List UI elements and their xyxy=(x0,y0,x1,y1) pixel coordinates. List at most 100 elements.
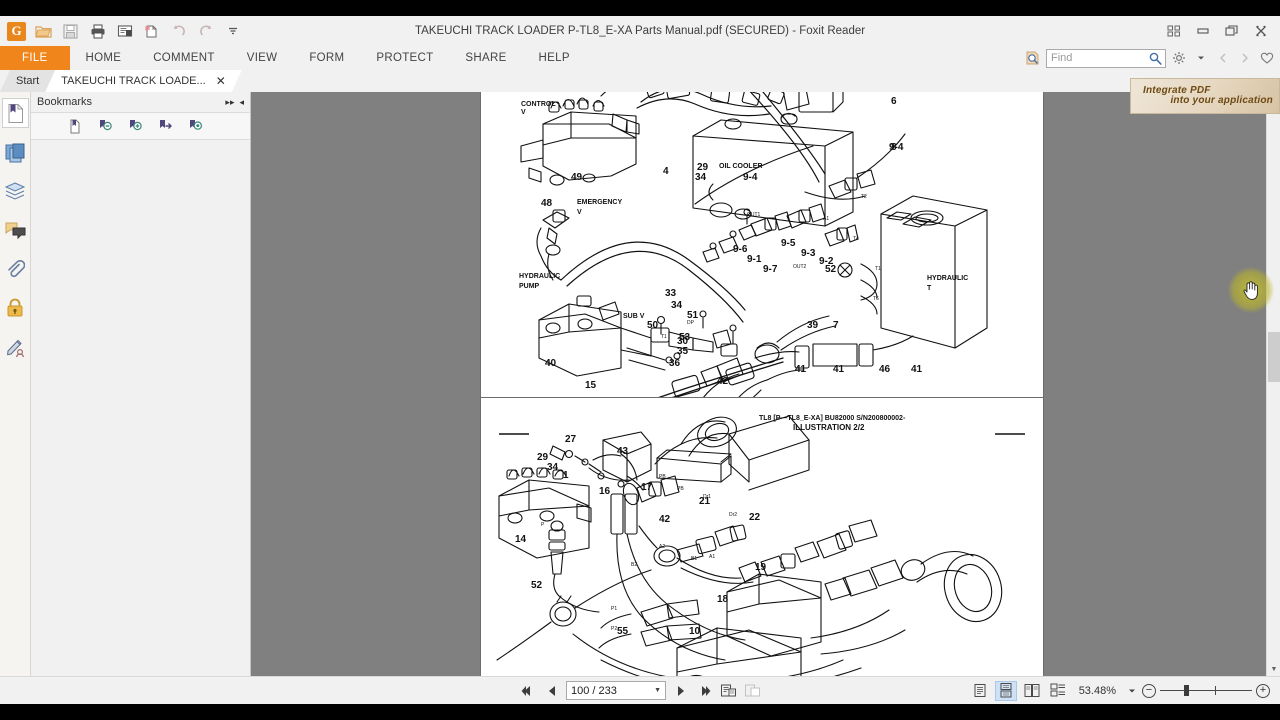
view-mode-facing[interactable] xyxy=(1021,681,1043,701)
sidebar-item-bookmarks[interactable] xyxy=(1,98,29,128)
search-input[interactable]: Find xyxy=(1046,48,1166,68)
open-icon[interactable] xyxy=(31,19,56,43)
new-from-file-icon[interactable] xyxy=(139,19,164,43)
svg-text:1: 1 xyxy=(563,470,569,481)
menu-tab-form[interactable]: FORM xyxy=(293,46,360,70)
search-settings-icon[interactable] xyxy=(1170,49,1188,67)
zoom-slider[interactable] xyxy=(1160,684,1252,697)
sidebar-item-page-thumbnails[interactable] xyxy=(2,137,29,167)
redo-icon[interactable] xyxy=(193,19,218,43)
email-icon[interactable] xyxy=(112,19,137,43)
svg-text:B1: B1 xyxy=(691,556,697,562)
bookmarks-toolbar xyxy=(31,112,250,140)
scroll-down-arrow-icon[interactable]: ▼ xyxy=(1267,662,1280,676)
foxit-logo-icon[interactable]: G xyxy=(4,19,29,43)
view-mode-single-page[interactable] xyxy=(969,681,991,701)
new-bookmark-icon[interactable] xyxy=(67,118,83,134)
zoom-dropdown-icon[interactable] xyxy=(1126,681,1138,700)
collapse-panel-icon[interactable]: ◂ xyxy=(239,97,244,108)
menu-tab-share[interactable]: SHARE xyxy=(449,46,522,70)
menu-tab-file[interactable]: FILE xyxy=(0,46,70,70)
svg-text:52: 52 xyxy=(531,580,543,591)
expand-all-icon[interactable]: ▸▸ xyxy=(225,97,234,108)
tab-close-icon[interactable]: ✕ xyxy=(216,74,226,88)
search-settings-dropdown-icon[interactable] xyxy=(1192,49,1210,67)
rotate-view-button[interactable] xyxy=(719,681,738,700)
zoom-slider-knob[interactable] xyxy=(1184,685,1189,696)
svg-text:A1: A1 xyxy=(823,216,829,222)
menu-tab-comment[interactable]: COMMENT xyxy=(137,46,231,70)
integrate-pdf-ad-banner[interactable]: Integrate PDF into your application xyxy=(1130,78,1280,114)
undo-icon[interactable] xyxy=(166,19,191,43)
add-bookmark-icon[interactable] xyxy=(127,118,143,134)
delete-bookmark-icon[interactable] xyxy=(97,118,113,134)
next-page-button[interactable] xyxy=(671,681,690,700)
tab-start-label: Start xyxy=(16,75,40,87)
menu-tab-view[interactable]: VIEW xyxy=(231,46,294,70)
print-icon[interactable] xyxy=(85,19,110,43)
sidebar-item-attachments[interactable] xyxy=(2,254,29,284)
tab-takeuchi-manual-label: TAKEUCHI TRACK LOADE... xyxy=(61,75,206,87)
favorite-heart-icon[interactable] xyxy=(1258,49,1276,67)
last-page-button[interactable] xyxy=(695,681,714,700)
svg-text:43: 43 xyxy=(617,446,629,457)
svg-text:16: 16 xyxy=(599,486,611,497)
svg-text:35: 35 xyxy=(677,346,689,357)
first-page-button[interactable] xyxy=(518,681,537,700)
page-number-input[interactable]: 100 / 233 ▼ xyxy=(566,681,666,700)
bookmarks-list[interactable] xyxy=(31,140,250,676)
svg-text:9-5: 9-5 xyxy=(781,238,796,249)
bookmarks-panel-header: Bookmarks ▸▸ ◂ xyxy=(31,92,250,112)
search-magnifier-icon[interactable] xyxy=(1149,52,1162,68)
sidebar-item-comments[interactable] xyxy=(2,215,29,245)
window-controls xyxy=(1160,19,1280,43)
svg-text:34: 34 xyxy=(695,172,707,183)
svg-text:17: 17 xyxy=(641,482,653,493)
svg-text:39: 39 xyxy=(807,320,819,331)
previous-page-button[interactable] xyxy=(542,681,561,700)
zoom-in-button[interactable]: + xyxy=(1256,683,1270,698)
title-bar: G TAKEUCHI TRACK LOADER P-TL8_E-XA Parts… xyxy=(0,16,1280,46)
edit-bookmark-icon[interactable] xyxy=(187,118,203,134)
pdf-page-illustration-2-2[interactable]: TL8 [P—TL8_E-XA] BU82000 S/N200800002- I… xyxy=(481,398,1043,676)
close-icon[interactable] xyxy=(1247,19,1274,43)
quick-access-toolbar: G xyxy=(0,19,245,43)
view-mode-continuous-facing[interactable] xyxy=(1047,681,1069,701)
svg-text:V: V xyxy=(577,209,582,216)
find-toolbar: Find xyxy=(1024,46,1280,70)
svg-text:PB: PB xyxy=(659,474,666,480)
sidebar-item-layers[interactable] xyxy=(2,176,29,206)
svg-text:27: 27 xyxy=(565,434,577,445)
svg-text:OIL COOLER: OIL COOLER xyxy=(719,163,762,170)
page2-title-line2: ILLUSTRATION 2/2 xyxy=(793,423,865,432)
scrollbar-thumb[interactable] xyxy=(1268,332,1280,382)
search-document-icon[interactable] xyxy=(1024,49,1042,67)
sidebar-item-security[interactable] xyxy=(2,293,29,323)
restore-icon[interactable] xyxy=(1218,19,1245,43)
viewer-vertical-scrollbar[interactable]: ▲ ▼ xyxy=(1266,92,1280,676)
ribbon-tab-bar: FILE HOME COMMENT VIEW FORM PROTECT SHAR… xyxy=(0,46,1280,70)
goto-bookmark-icon[interactable] xyxy=(157,118,173,134)
page-number-dropdown-icon[interactable]: ▼ xyxy=(654,687,661,694)
menu-tab-protect[interactable]: PROTECT xyxy=(360,46,449,70)
pdf-viewer[interactable]: CONTROL V EMERGENCY V HYDRAULIC PUMP SUB V … xyxy=(251,92,1280,676)
page-layout-button[interactable] xyxy=(743,681,762,700)
search-previous-icon[interactable] xyxy=(1214,49,1232,67)
svg-text:18: 18 xyxy=(717,594,729,605)
svg-text:19: 19 xyxy=(755,562,767,573)
save-icon[interactable] xyxy=(58,19,83,43)
minimize-icon[interactable] xyxy=(1189,19,1216,43)
menu-tab-help[interactable]: HELP xyxy=(523,46,586,70)
search-next-icon[interactable] xyxy=(1236,49,1254,67)
ribbon-options-icon[interactable] xyxy=(1160,19,1187,43)
sidebar-item-digital-signatures[interactable] xyxy=(2,332,29,362)
svg-text:T6: T6 xyxy=(873,296,879,302)
svg-text:T: T xyxy=(927,285,932,292)
zoom-out-button[interactable]: − xyxy=(1142,683,1156,698)
tab-takeuchi-manual[interactable]: TAKEUCHI TRACK LOADE... ✕ xyxy=(45,70,242,92)
view-mode-continuous[interactable] xyxy=(994,680,1017,701)
svg-text:B2: B2 xyxy=(631,562,637,568)
svg-text:50: 50 xyxy=(647,320,659,331)
menu-tab-home[interactable]: HOME xyxy=(70,46,138,70)
customize-quick-access-icon[interactable] xyxy=(220,19,245,43)
